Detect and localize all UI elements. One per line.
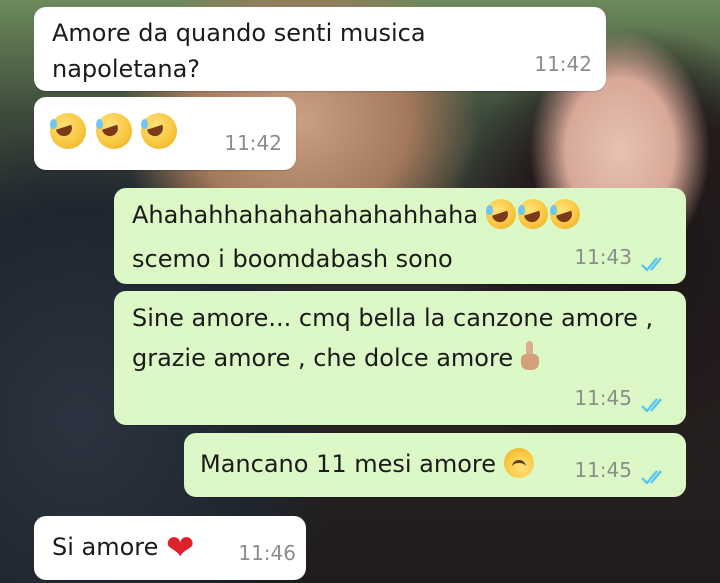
message-timestamp: 11:42 bbox=[534, 52, 592, 76]
message-bubble-incoming[interactable]: Amore da quando senti musica napoletana?… bbox=[34, 7, 606, 91]
rolling-laughing-emoji-icon bbox=[95, 113, 132, 149]
message-bubble-incoming[interactable]: 11:42 bbox=[34, 97, 296, 170]
message-text: Sine amore... cmq bella la canzone amore… bbox=[132, 304, 654, 332]
message-text: scemo i boomdabash sono bbox=[132, 245, 453, 273]
message-text-line: Mancano 11 mesi amore bbox=[200, 450, 497, 478]
message-text: napoletana? bbox=[52, 55, 201, 83]
message-timestamp: 11:46 bbox=[238, 541, 296, 565]
message-timestamp: 11:42 bbox=[224, 131, 282, 155]
rolling-laughing-emoji-icon bbox=[549, 199, 580, 229]
rolling-laughing-emoji-icon bbox=[517, 199, 548, 229]
read-receipt-double-check-icon bbox=[641, 257, 662, 272]
message-bubble-outgoing[interactable]: Sine amore... cmq bella la canzone amore… bbox=[114, 291, 686, 425]
message-text: Mancano 11 mesi amore bbox=[200, 445, 536, 483]
message-bubble-outgoing[interactable]: Ahahahhahahahahahahhaha scemo i boomdaba… bbox=[114, 188, 686, 284]
message-bubble-incoming[interactable]: Si amore ❤ 11:46 bbox=[34, 516, 306, 580]
message-timestamp: 11:45 bbox=[574, 386, 632, 410]
message-text: Si amore ❤ bbox=[52, 528, 195, 567]
message-text: Ahahahhahahahahahahhaha bbox=[132, 196, 582, 234]
message-timestamp: 11:45 bbox=[574, 458, 632, 482]
rolling-laughing-emoji-icon bbox=[141, 113, 178, 149]
message-text-line: Ahahahhahahahahahahhaha bbox=[132, 201, 479, 229]
message-text: grazie amore , che dolce amore bbox=[132, 339, 539, 377]
message-text-line: grazie amore , che dolce amore bbox=[132, 344, 514, 372]
message-text: Amore da quando senti musica bbox=[52, 19, 426, 47]
message-timestamp: 11:43 bbox=[574, 245, 632, 269]
message-bubble-outgoing[interactable]: Mancano 11 mesi amore 11:45 bbox=[184, 433, 686, 497]
upside-down-face-emoji-icon bbox=[503, 448, 534, 478]
read-receipt-double-check-icon bbox=[641, 470, 662, 485]
read-receipt-double-check-icon bbox=[641, 398, 662, 413]
rolling-laughing-emoji-icon bbox=[50, 113, 86, 149]
emoji-row bbox=[50, 113, 179, 154]
message-text-line: Si amore bbox=[52, 533, 159, 561]
middle-finger-emoji-icon bbox=[520, 341, 539, 371]
rolling-laughing-emoji-icon bbox=[485, 199, 516, 229]
red-heart-emoji-icon: ❤ bbox=[166, 528, 195, 568]
